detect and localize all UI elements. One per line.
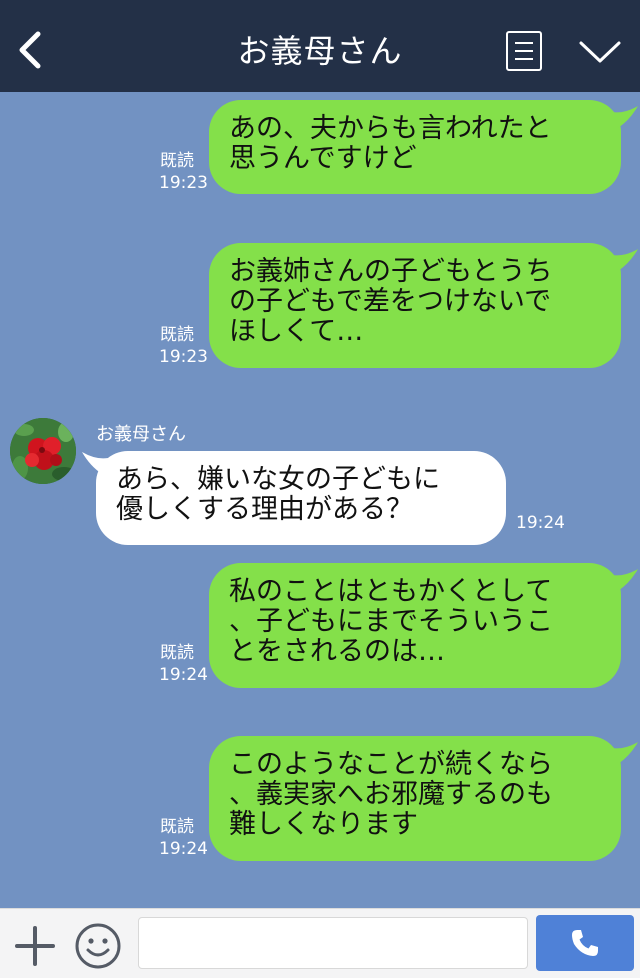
message-time: 19:23 (159, 173, 208, 193)
message-time: 19:24 (159, 665, 208, 685)
sender-name: お義母さん (96, 424, 186, 445)
read-receipt: 既読 (160, 151, 194, 171)
chat-title: お義母さん (237, 32, 403, 70)
chevron-down-icon[interactable] (578, 38, 622, 66)
read-receipt: 既読 (160, 325, 194, 345)
avatar[interactable] (10, 418, 76, 484)
message-composer (0, 908, 640, 978)
message-time: 19:23 (159, 347, 208, 367)
chat-header: お義母さん (0, 0, 640, 92)
call-button[interactable] (536, 915, 634, 971)
message-input[interactable] (138, 917, 528, 969)
message-bubble[interactable]: あの、夫からも言われたと 思うんですけど (209, 100, 621, 194)
message-time: 19:24 (159, 839, 208, 859)
message-bubble[interactable]: お義姉さんの子どもとうち の子どもで差をつけないで ほしくて… (209, 243, 621, 368)
bubble-tail (612, 569, 638, 591)
message-bubble[interactable]: 私のことはともかくとして 、子どもにまでそういうこ とをされるのは… (209, 563, 621, 688)
bubble-tail (612, 742, 638, 764)
flower-avatar-image (10, 418, 76, 484)
message-bubble[interactable]: このようなことが続くなら 、義実家へお邪魔するのも 難しくなります (209, 736, 621, 861)
read-receipt: 既読 (160, 817, 194, 837)
notes-icon[interactable] (506, 31, 542, 71)
bubble-tail (612, 106, 638, 128)
read-receipt: 既読 (160, 643, 194, 663)
message-time: 19:24 (516, 513, 565, 533)
phone-icon (572, 930, 598, 956)
plus-icon[interactable] (14, 925, 56, 967)
message-bubble[interactable]: あら、嫌いな女の子どもに 優しくする理由がある？ (96, 451, 506, 545)
smile-icon[interactable] (74, 922, 122, 970)
bubble-tail (612, 249, 638, 271)
